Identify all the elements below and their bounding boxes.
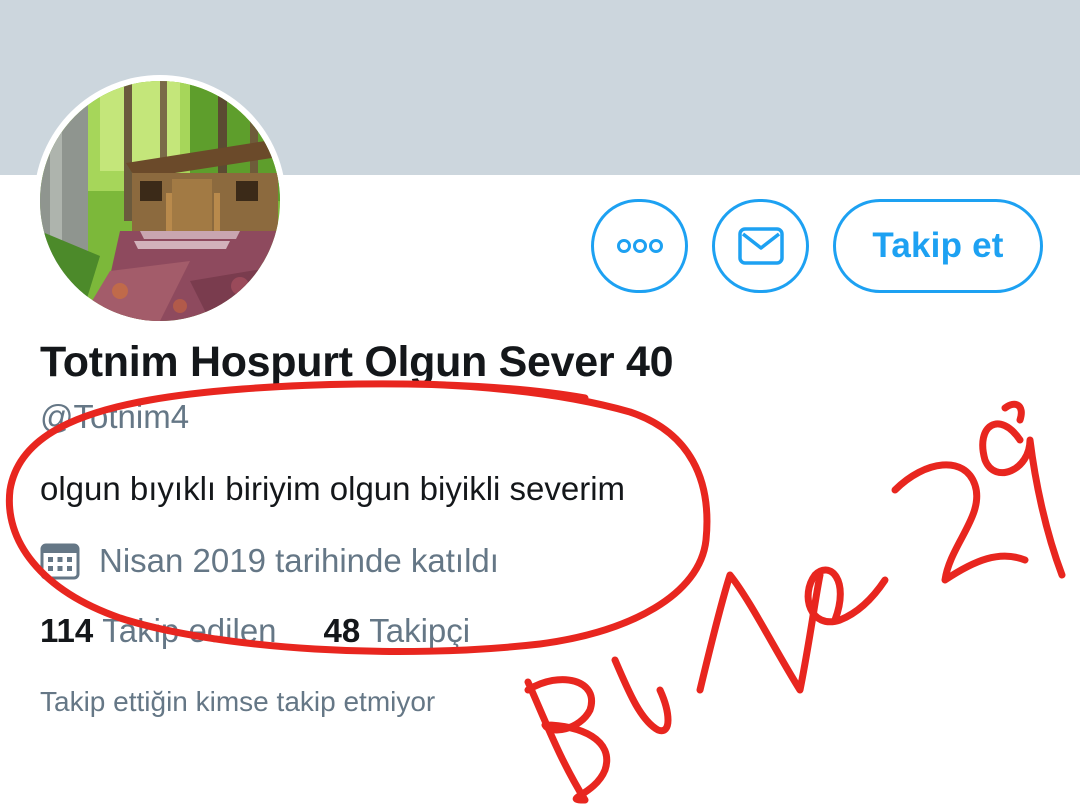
following-count: 114 [40,612,94,649]
more-horizontal-icon [616,239,663,253]
annotation-letter-e [804,566,889,626]
annotation-digit-2 [891,461,1029,584]
more-button[interactable] [591,199,688,293]
annotation-digit-9 [979,400,1066,579]
user-handle: @Totnim4 [40,398,190,435]
followers-link[interactable]: 48 Takipçi [324,612,471,650]
followers-count: 48 [323,612,361,649]
profile-bio: olgun bıyıklı biriyim olgun biyikli seve… [40,470,626,507]
profile-avatar[interactable] [34,75,286,327]
annotation-letter-u [611,656,672,735]
calendar-icon [40,543,80,580]
display-name: Totnim Hospurt Olgun Sever 40 [40,338,674,386]
following-link[interactable]: 114 Takip edilen [40,612,277,650]
message-button[interactable] [712,199,809,293]
avatar-image [40,81,280,321]
join-date: Nisan 2019 tarihinde katıldı [40,538,499,584]
followers-you-know: Takip ettiğin kimse takip etmiyor [40,686,436,717]
following-label: Takip edilen [102,612,277,649]
annotation-letter-n [696,571,824,694]
follow-stats: 114 Takip edilen 48 Takipçi [40,612,470,650]
followers-label: Takipçi [369,612,471,649]
join-date-text: Nisan 2019 tarihinde katıldı [99,542,499,579]
annotation-letter-b [524,676,611,804]
follow-button[interactable]: Takip et [833,199,1043,293]
envelope-icon [737,227,784,265]
